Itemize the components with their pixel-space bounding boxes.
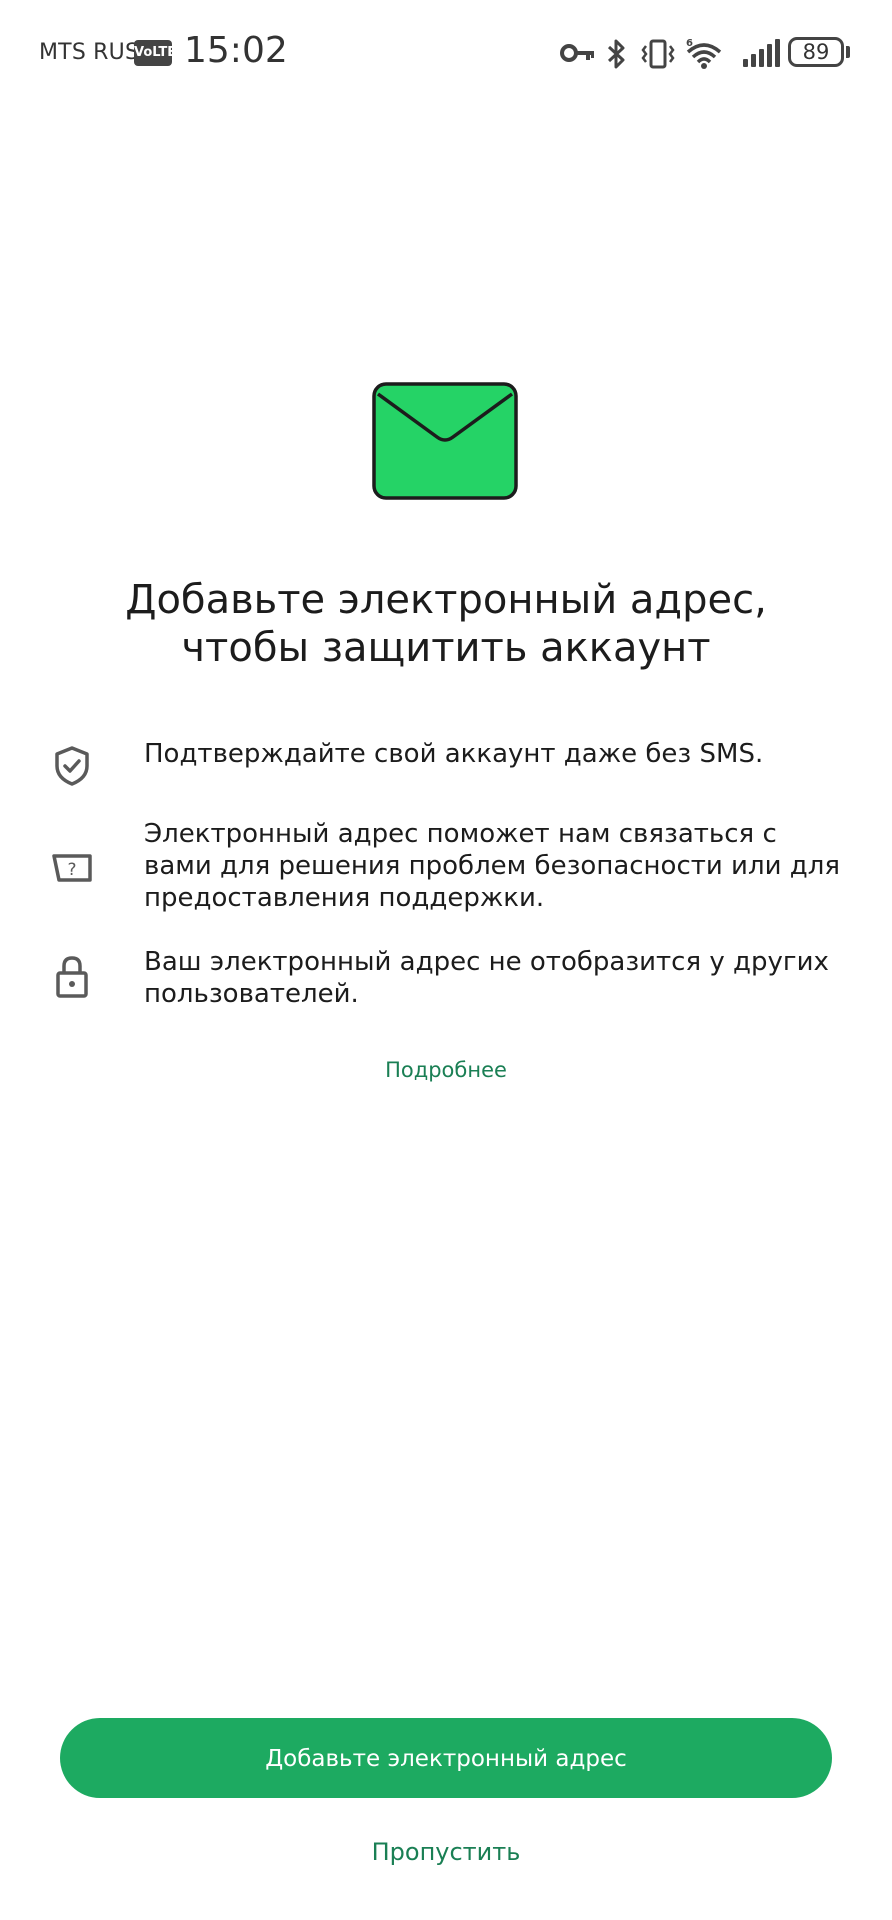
svg-text:6: 6 — [686, 38, 693, 49]
status-bar: MTS RUS VoLTE 15:02 6 89 — [0, 0, 892, 110]
vpn-key-icon — [560, 44, 594, 62]
bluetooth-icon — [607, 39, 625, 69]
skip-button[interactable]: Пропустить — [0, 1838, 892, 1866]
shield-check-icon — [55, 746, 89, 786]
feature-text: Электронный адрес поможет нам связаться … — [144, 819, 840, 913]
battery-icon: 89 — [788, 37, 844, 67]
vibrate-icon — [641, 39, 675, 69]
battery-tip — [846, 46, 850, 58]
signal-icon — [743, 39, 780, 67]
help-chat-icon: ? — [52, 854, 92, 882]
status-clock: 15:02 — [184, 30, 288, 71]
carrier-name: MTS RUS — [39, 40, 140, 65]
lock-icon — [56, 956, 88, 998]
page-title: Добавьте электронный адрес, чтобы защити… — [125, 577, 767, 671]
add-email-button[interactable]: Добавьте электронный адрес — [60, 1718, 832, 1798]
feature-text: Ваш электронный адрес не отобразится у д… — [144, 947, 829, 1009]
feature-text: Подтверждайте свой аккаунт даже без SMS. — [144, 739, 764, 769]
battery-level: 89 — [802, 40, 830, 64]
svg-text:?: ? — [67, 860, 76, 880]
envelope-icon — [372, 382, 518, 500]
volte-badge: VoLTE — [134, 40, 176, 66]
learn-more-link[interactable]: Подробнее — [0, 1058, 892, 1082]
wifi-6-icon: 6 — [686, 38, 722, 69]
